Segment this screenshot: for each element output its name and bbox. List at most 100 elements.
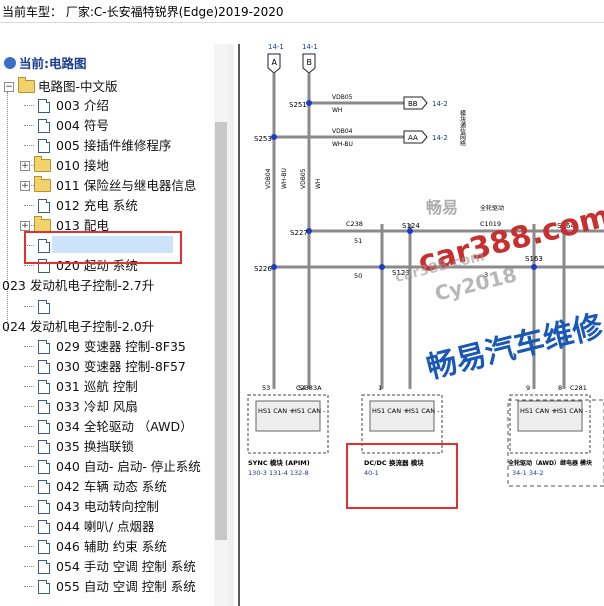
tree-item[interactable]: 029 变速器 控制-8F35 [0, 337, 212, 356]
expand-icon[interactable]: + [20, 161, 30, 171]
tree-item[interactable]: 046 辅助 约束 系统 [0, 537, 212, 556]
module-pin-label: HS1 CAN + [372, 407, 409, 415]
splice-dot [306, 100, 312, 106]
tree-item[interactable]: +010 接地 [0, 156, 212, 175]
document-icon [38, 560, 50, 574]
pin-number: 50 [354, 272, 362, 280]
tree-item[interactable]: 043 电动转向控制 [0, 497, 212, 516]
tree-item[interactable]: 054 手动 空调 控制 系统 [0, 557, 212, 576]
tree-item[interactable]: 034 全轮驱动 （AWD） [0, 417, 212, 436]
document-icon [38, 480, 50, 494]
splice-label: S251 [289, 101, 307, 109]
document-icon [38, 360, 50, 374]
current-model-label: 当前车型： 厂家:C-长安福特锐界(Edge)2019-2020 [2, 5, 284, 19]
tree-root[interactable]: 当前:电路图 [2, 54, 212, 73]
module-pin-label: HS1 CAN + [520, 407, 557, 415]
tree-item[interactable]: 033 冷却 风扇 [0, 397, 212, 416]
tree-guide [24, 125, 34, 126]
wire-label: WH-BU [332, 141, 353, 148]
pin-number: 53 [262, 384, 270, 392]
tree-item[interactable]: 024 发动机电子控制-2.0升 [2, 317, 214, 336]
splice-label: S163 [525, 255, 543, 263]
splice-label: S226 [254, 265, 272, 273]
tree-item[interactable]: 004 符号 [0, 116, 212, 135]
tree-item-label: 035 换挡联锁 [56, 439, 134, 454]
tree-item[interactable]: 012 充电 系统 [0, 196, 212, 215]
pin-number: 8 [558, 384, 562, 392]
tree-guide [24, 426, 34, 427]
watermark: 畅易 [426, 198, 459, 217]
tree-guide [24, 105, 34, 106]
module-pin-label: HS1 CAN - [554, 407, 588, 415]
tree-item-label: 012 充电 系统 [56, 198, 138, 213]
ref-label: 14-2 [432, 134, 448, 142]
tree-item-label: 003 介绍 [56, 98, 109, 113]
tree-panel: 当前:电路图 − 电路图-中文版 003 介绍 004 符号 005 接插件维修程序… [0, 44, 228, 606]
module-pins [255, 400, 321, 432]
document-icon [38, 300, 50, 314]
tree-guide [24, 265, 34, 266]
module-pin-label: HS1 CAN + [258, 407, 295, 415]
tree-item[interactable]: 035 换挡联锁 [0, 437, 212, 456]
tree-guide [24, 446, 34, 447]
document-icon [38, 99, 50, 113]
splice-dot [271, 134, 277, 140]
tree-item-label: 040 自动- 启动- 停止系统 [56, 459, 201, 474]
document-icon [38, 460, 50, 474]
tree-item[interactable] [0, 297, 212, 316]
tree-item[interactable]: 055 自动 空调 控制 系统 [0, 577, 212, 596]
root-icon [4, 57, 16, 69]
selection-annotation-box [24, 231, 182, 264]
expand-icon[interactable]: + [20, 221, 30, 231]
splice-dot [379, 264, 385, 270]
tree-item-label: 029 变速器 控制-8F35 [56, 339, 186, 354]
ref-label: 14-1 [268, 44, 284, 51]
tree-guide [24, 486, 34, 487]
folder-icon [34, 156, 51, 172]
tree-item[interactable]: 031 巡航 控制 [0, 377, 212, 396]
tree-item[interactable]: 003 介绍 [0, 96, 212, 115]
connector-b-label: B [307, 58, 313, 67]
wire-label: VDB04 [265, 168, 272, 189]
tree-guide [24, 386, 34, 387]
tree-item[interactable]: +011 保险丝与继电器信息 [0, 176, 212, 195]
document-icon [38, 380, 50, 394]
connector-label: C281 [570, 384, 587, 392]
collapse-icon[interactable]: − [4, 82, 14, 92]
tree-item-label: 023 发动机电子控制-2.7升 [2, 278, 155, 293]
tree-guide [24, 346, 34, 347]
pin-number: 9 [526, 384, 530, 392]
expand-icon[interactable]: + [20, 181, 30, 191]
module-pins [517, 400, 583, 432]
connector-aa-label: AA [408, 134, 418, 142]
connector-bb-label: BB [408, 100, 418, 108]
tree-item[interactable]: 005 接插件维修程序 [0, 136, 212, 155]
tree-item-label: 011 保险丝与继电器信息 [56, 178, 197, 193]
module-annotation-box [346, 443, 458, 509]
module-name: 全轮驱动（AWD）继电器 模块 [507, 459, 593, 467]
module-name: SYNC 模块 (APIM) [248, 458, 310, 467]
document-icon [38, 139, 50, 153]
tree-category[interactable]: − 电路图-中文版 [2, 77, 212, 96]
wire-label: WH-BU [281, 168, 288, 189]
document-icon [38, 400, 50, 414]
tree-item-label: 034 全轮驱动 （AWD） [56, 419, 193, 434]
connector-label: C238 [346, 220, 363, 228]
tree-item[interactable]: 030 变速器 控制-8F57 [0, 357, 212, 376]
wiring-diagram: 14-1 14-1 A B S251 S253 S227 S226 S124 S… [234, 44, 604, 606]
module-refs: 130-3 131-4 132-8 [248, 469, 309, 477]
tree-item-label: 010 接地 [56, 158, 109, 173]
tree-item[interactable]: 040 自动- 启动- 停止系统 [0, 457, 212, 476]
tree-item-label: 042 车辆 动态 系统 [56, 479, 167, 494]
module-pin-label: HS1 CAN - [406, 407, 440, 415]
scrollbar-thumb[interactable] [215, 122, 227, 540]
document-icon [38, 420, 50, 434]
pin-number: 54 [298, 384, 306, 392]
tree-item[interactable]: 042 车辆 动态 系统 [0, 477, 212, 496]
tree-guide [24, 406, 34, 407]
side-note: 模块通信网络 [459, 109, 466, 147]
splice-label: S227 [290, 229, 308, 237]
tree-item[interactable]: 023 发动机电子控制-2.7升 [2, 276, 214, 295]
pin-number: 51 [354, 237, 362, 245]
tree-item[interactable]: 044 喇叭/ 点烟器 [0, 517, 212, 536]
